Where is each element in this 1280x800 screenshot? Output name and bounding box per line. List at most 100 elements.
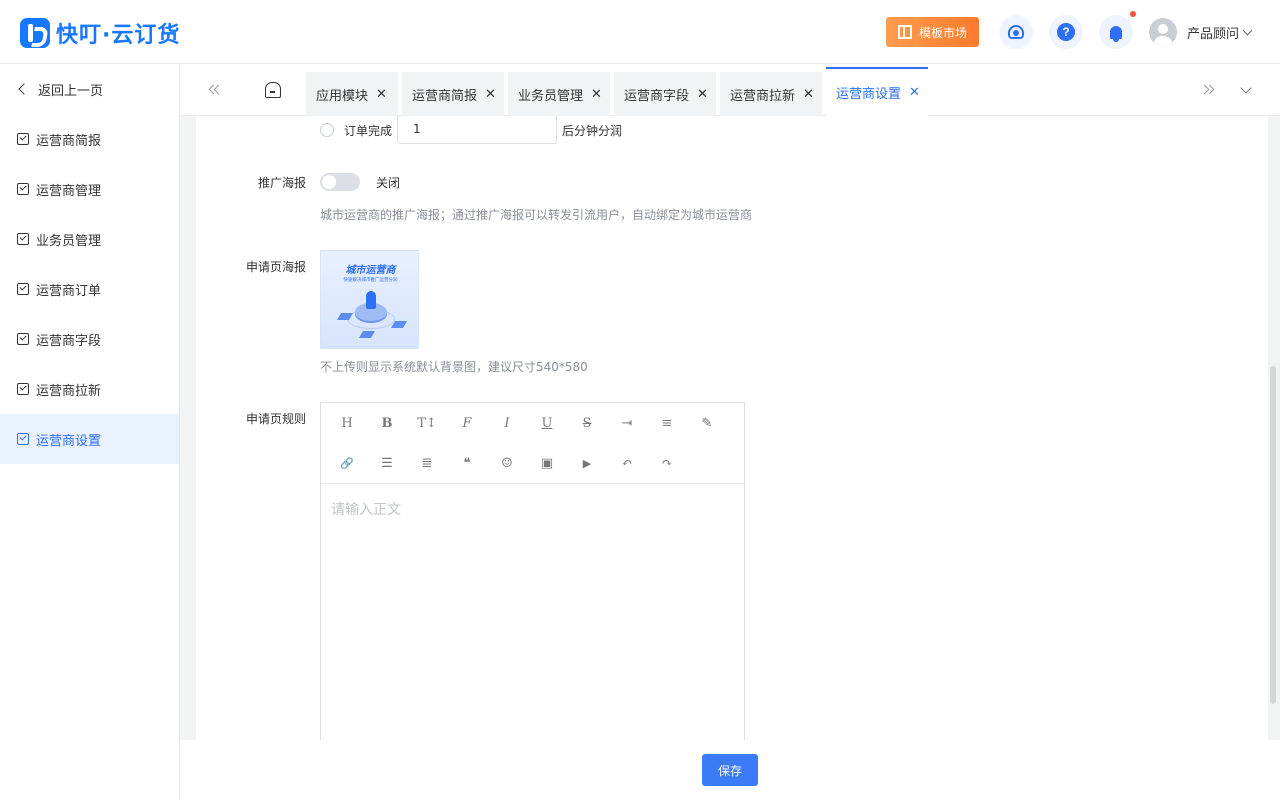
- sidebar-item-operator-orders[interactable]: 运营商订单: [0, 264, 179, 314]
- checkbox-calendar-icon: [17, 283, 29, 295]
- close-icon[interactable]: ✕: [803, 88, 814, 101]
- order-complete-radio[interactable]: [320, 123, 334, 137]
- video-icon[interactable]: ▶: [577, 453, 597, 473]
- user-menu[interactable]: 产品顾问: [1149, 18, 1253, 46]
- logo-icon: [20, 18, 50, 48]
- back-label: 返回上一页: [38, 83, 104, 99]
- chevron-down-icon[interactable]: [1240, 82, 1252, 94]
- image-icon[interactable]: ▣: [537, 453, 557, 473]
- tab-operator-fields[interactable]: 运营商字段 ✕: [614, 72, 716, 116]
- tab-operator-acquisition[interactable]: 运营商拉新 ✕: [720, 72, 822, 116]
- text-color-icon[interactable]: ✎: [697, 413, 717, 433]
- sidebar-item-operator-fields[interactable]: 运营商字段: [0, 314, 179, 364]
- align-icon[interactable]: ≣: [417, 453, 437, 473]
- sidebar-item-briefing[interactable]: 运营商简报: [0, 114, 179, 164]
- bold-icon[interactable]: B: [377, 413, 397, 433]
- poster-cube: [390, 321, 408, 328]
- sidebar-item-operator-settings[interactable]: 运营商设置: [0, 414, 179, 464]
- footer-bar: 保存: [180, 740, 1280, 800]
- tab-label: 应用模块: [316, 88, 369, 104]
- chevron-down-icon: [1242, 25, 1253, 35]
- poster-image-subtitle: 快速解决城市推广运营分润: [343, 277, 398, 283]
- close-icon[interactable]: ✕: [591, 88, 602, 101]
- quote-icon[interactable]: ❝: [457, 453, 477, 473]
- promo-poster-hint: 城市运营商的推广海报；通过推广海报可以转发引流用户，自动绑定为城市运营商: [320, 208, 753, 222]
- tab-app-modules[interactable]: 应用模块 ✕: [306, 72, 398, 116]
- font-size-icon[interactable]: T↕: [417, 413, 437, 433]
- avatar: [1149, 18, 1177, 46]
- back-button[interactable]: 返回上一页: [0, 64, 179, 114]
- line-height-icon[interactable]: ≡: [657, 413, 677, 433]
- tab-label: 运营商设置: [836, 87, 902, 102]
- close-icon[interactable]: ✕: [909, 86, 920, 99]
- brand-logo[interactable]: 快叮·云订货: [20, 17, 180, 49]
- heading-icon[interactable]: H: [337, 413, 357, 433]
- brand-name: 快叮·云订货: [56, 23, 181, 48]
- tab-operator-briefing[interactable]: 运营商简报 ✕: [402, 72, 504, 116]
- undo-icon[interactable]: ↶: [617, 453, 637, 473]
- minutes-input[interactable]: 1: [397, 116, 557, 144]
- sidebar-item-label: 运营商字段: [36, 333, 102, 349]
- toggle-state-label: 关闭: [376, 176, 401, 190]
- sidebar-item-operator-acquisition[interactable]: 运营商拉新: [0, 364, 179, 414]
- apply-rules-label: 申请页规则: [245, 412, 306, 426]
- tab-label: 业务员管理: [518, 88, 584, 104]
- apply-poster-hint: 不上传则显示系统默认背景图，建议尺寸540*580: [320, 360, 588, 374]
- tab-salesman-management[interactable]: 业务员管理 ✕: [508, 72, 610, 116]
- top-header: 快叮·云订货 模板市场 ? 产品顾问: [0, 0, 1280, 64]
- tab-operator-settings[interactable]: 运营商设置 ✕: [826, 67, 928, 116]
- template-market-button[interactable]: 模板市场: [886, 17, 979, 47]
- help-button[interactable]: ?: [1049, 15, 1083, 49]
- sidebar: 返回上一页 运营商简报 运营商管理 业务员管理 运营商订单 运营商字段 运营商拉…: [0, 64, 180, 800]
- checkbox-calendar-icon: [17, 233, 29, 245]
- sidebar-item-salesman-management[interactable]: 业务员管理: [0, 214, 179, 264]
- scrollbar[interactable]: [1270, 366, 1276, 704]
- scroll-tabs-left-icon[interactable]: [207, 82, 223, 98]
- bell-icon: [1110, 25, 1122, 42]
- save-button[interactable]: 保存: [702, 754, 758, 786]
- sidebar-item-operator-management[interactable]: 运营商管理: [0, 164, 179, 214]
- close-icon[interactable]: ✕: [485, 88, 496, 101]
- checkbox-calendar-icon: [17, 133, 29, 145]
- chevron-left-icon: [18, 83, 30, 95]
- close-icon[interactable]: ✕: [697, 88, 708, 101]
- customer-service-button[interactable]: [999, 15, 1033, 49]
- close-icon[interactable]: ✕: [376, 88, 387, 101]
- template-market-label: 模板市场: [918, 25, 967, 40]
- italic-icon[interactable]: I: [497, 413, 517, 433]
- rich-text-editor: H B T↕ F I U S ⇥ ≡ ✎ 🔗 ☰ ≣ ❝ ☺ ▣ ▶ ↶ ↷ 请…: [320, 402, 745, 740]
- home-icon[interactable]: [265, 82, 281, 98]
- tab-label: 运营商字段: [624, 88, 690, 104]
- sidebar-item-label: 运营商管理: [36, 183, 102, 199]
- font-family-icon[interactable]: F: [457, 413, 477, 433]
- promo-poster-toggle[interactable]: [320, 173, 360, 191]
- template-icon: [897, 25, 912, 39]
- editor-placeholder[interactable]: 请输入正文: [331, 499, 401, 519]
- strikethrough-icon[interactable]: S: [577, 413, 597, 433]
- poster-image-title: 城市运营商: [345, 265, 396, 276]
- indent-icon[interactable]: ⇥: [617, 413, 637, 433]
- link-icon[interactable]: 🔗: [337, 453, 357, 473]
- checkbox-calendar-icon: [17, 183, 29, 195]
- notification-button[interactable]: [1099, 15, 1133, 49]
- checkbox-calendar-icon: [17, 383, 29, 395]
- apply-poster-label: 申请页海报: [245, 260, 306, 274]
- customer-service-icon: [1008, 25, 1024, 39]
- sidebar-item-label: 业务员管理: [36, 233, 102, 249]
- emoji-icon[interactable]: ☺: [497, 453, 517, 473]
- tab-label: 运营商拉新: [730, 88, 796, 104]
- settings-form: 订单完成 1 后分钟分润 推广海报 关闭 城市运营商的推广海报；通过推广海报可以…: [196, 116, 1268, 740]
- tabs-bar: 应用模块 ✕ 运营商简报 ✕ 业务员管理 ✕ 运营商字段 ✕ 运营商拉新 ✕ 运…: [180, 64, 1280, 116]
- scroll-tabs-right-icon[interactable]: [1200, 82, 1216, 98]
- promo-poster-label: 推广海报: [257, 176, 306, 190]
- user-name: 产品顾问: [1187, 26, 1240, 42]
- bulleted-list-icon[interactable]: ☰: [377, 453, 397, 473]
- underline-icon[interactable]: U: [537, 413, 557, 433]
- tab-label: 运营商简报: [412, 88, 478, 104]
- redo-icon[interactable]: ↷: [657, 453, 677, 473]
- after-minutes-label: 后分钟分润: [562, 124, 623, 138]
- sidebar-item-label: 运营商订单: [36, 283, 102, 299]
- checkbox-calendar-icon: [17, 333, 29, 345]
- poster-figure: [366, 291, 376, 309]
- apply-poster-upload[interactable]: 城市运营商 快速解决城市推广运营分润: [320, 250, 419, 349]
